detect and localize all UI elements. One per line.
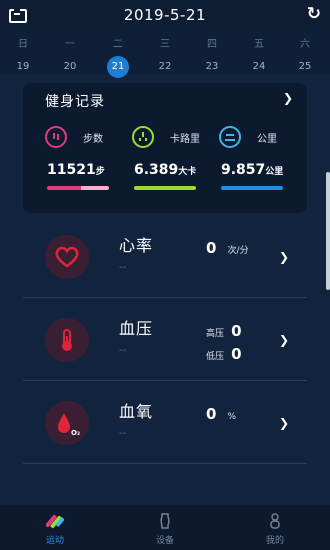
day-saturday[interactable]: 六 25 xyxy=(290,32,320,78)
day-number: 20 xyxy=(63,61,77,72)
tab-label: 我的 xyxy=(265,536,284,546)
day-name: 日 xyxy=(18,39,28,50)
sport-icon xyxy=(46,514,64,529)
calories-icon xyxy=(132,126,154,148)
blood-drop-icon: O₂ xyxy=(45,401,89,445)
stat-value: 9.857公里 xyxy=(221,162,283,178)
day-name: 六 xyxy=(300,39,310,50)
tab-device[interactable]: 设备 xyxy=(110,505,220,550)
divider xyxy=(23,297,307,298)
distance-icon xyxy=(219,126,241,148)
low-pressure: 低压 0 xyxy=(206,344,242,363)
chevron-right-icon: ❯ xyxy=(278,416,289,430)
day-number: 25 xyxy=(298,61,312,72)
stat-label: 步数 xyxy=(83,134,103,145)
day-thursday[interactable]: 四 23 xyxy=(197,32,227,78)
day-tuesday[interactable]: 二 21 xyxy=(103,32,133,78)
tab-sport[interactable]: 运动 xyxy=(0,505,110,550)
day-name: 三 xyxy=(160,39,170,50)
value-number: 6.389 xyxy=(134,162,179,178)
progress-bar xyxy=(134,186,196,190)
day-number: 19 xyxy=(16,61,30,72)
day-name: 二 xyxy=(113,39,123,50)
divider xyxy=(23,463,307,464)
fitness-record-card[interactable]: 健身记录 ❯ 步数 11521步 卡路里 6.389大卡 公里 9.857公里 xyxy=(23,83,307,213)
row-title: 血氧 xyxy=(119,402,154,421)
progress-bar xyxy=(47,186,109,190)
stat-value: 11521步 xyxy=(47,162,105,178)
day-name: 五 xyxy=(254,39,264,50)
chevron-right-icon: ❯ xyxy=(278,333,289,347)
day-monday[interactable]: 一 20 xyxy=(55,32,85,78)
value-unit: 步 xyxy=(95,167,105,177)
day-number: 23 xyxy=(205,61,219,72)
watch-icon xyxy=(160,513,170,529)
tab-label: 设备 xyxy=(155,536,174,546)
high-pressure: 高压 0 xyxy=(206,321,242,340)
top-bar: 2019-5-21 ↻ xyxy=(0,0,330,32)
value-number: 11521 xyxy=(47,162,96,178)
thermometer-icon xyxy=(45,318,89,362)
day-number-selected: 21 xyxy=(107,56,129,78)
low-pressure-value: 0 xyxy=(231,345,242,363)
stat-label: 公里 xyxy=(257,134,277,145)
value-unit: 大卡 xyxy=(178,167,197,177)
day-wednesday[interactable]: 三 22 xyxy=(150,32,180,78)
value-number: 9.857 xyxy=(221,162,266,178)
high-pressure-value: 0 xyxy=(231,322,242,340)
value-number: 0 xyxy=(206,405,217,423)
row-title: 心率 xyxy=(119,236,154,255)
person-icon xyxy=(270,513,280,529)
day-name: 四 xyxy=(207,39,217,50)
high-pressure-label: 高压 xyxy=(206,329,225,339)
value-unit: 次/分 xyxy=(227,246,249,256)
blood-oxygen-value: 0 % xyxy=(206,404,236,423)
day-friday[interactable]: 五 24 xyxy=(244,32,274,78)
stat-value: 6.389大卡 xyxy=(134,162,196,178)
value-number: 0 xyxy=(206,239,217,257)
row-title: 血压 xyxy=(119,319,154,338)
tab-label: 运动 xyxy=(45,536,64,546)
row-subtitle: -- xyxy=(119,345,127,356)
day-number: 22 xyxy=(158,61,172,72)
row-subtitle: -- xyxy=(119,428,127,439)
day-sunday[interactable]: 日 19 xyxy=(8,32,38,78)
row-subtitle: -- xyxy=(119,262,127,273)
chevron-right-icon: ❯ xyxy=(278,250,289,264)
bottom-tab-bar: 运动 设备 我的 xyxy=(0,505,330,550)
day-name: 一 xyxy=(65,39,75,50)
value-unit: 公里 xyxy=(265,167,284,177)
card-title: 健身记录 xyxy=(45,94,105,110)
heart-icon xyxy=(45,235,89,279)
day-number: 24 xyxy=(252,61,266,72)
low-pressure-label: 低压 xyxy=(206,352,225,362)
divider xyxy=(23,380,307,381)
steps-icon xyxy=(45,126,67,148)
chevron-right-icon: ❯ xyxy=(282,91,293,105)
blood-pressure-row[interactable]: 血压 -- 高压 0 低压 0 ❯ xyxy=(23,299,307,381)
stat-label: 卡路里 xyxy=(170,134,200,145)
refresh-icon[interactable]: ↻ xyxy=(307,4,321,24)
heart-rate-row[interactable]: 心率 -- 0 次/分 ❯ xyxy=(23,216,307,298)
progress-bar xyxy=(221,186,283,190)
value-unit: % xyxy=(227,412,237,422)
page-title: 2019-5-21 xyxy=(123,6,207,24)
tab-mine[interactable]: 我的 xyxy=(220,505,330,550)
scrollbar[interactable] xyxy=(326,172,330,290)
blood-oxygen-row[interactable]: O₂ 血氧 -- 0 % ❯ xyxy=(23,382,307,464)
oxygen-icon-text: O₂ xyxy=(71,429,80,437)
week-strip: 日 19 一 20 二 21 三 22 四 23 五 24 六 25 xyxy=(0,32,330,78)
heart-rate-value: 0 次/分 xyxy=(206,238,249,257)
